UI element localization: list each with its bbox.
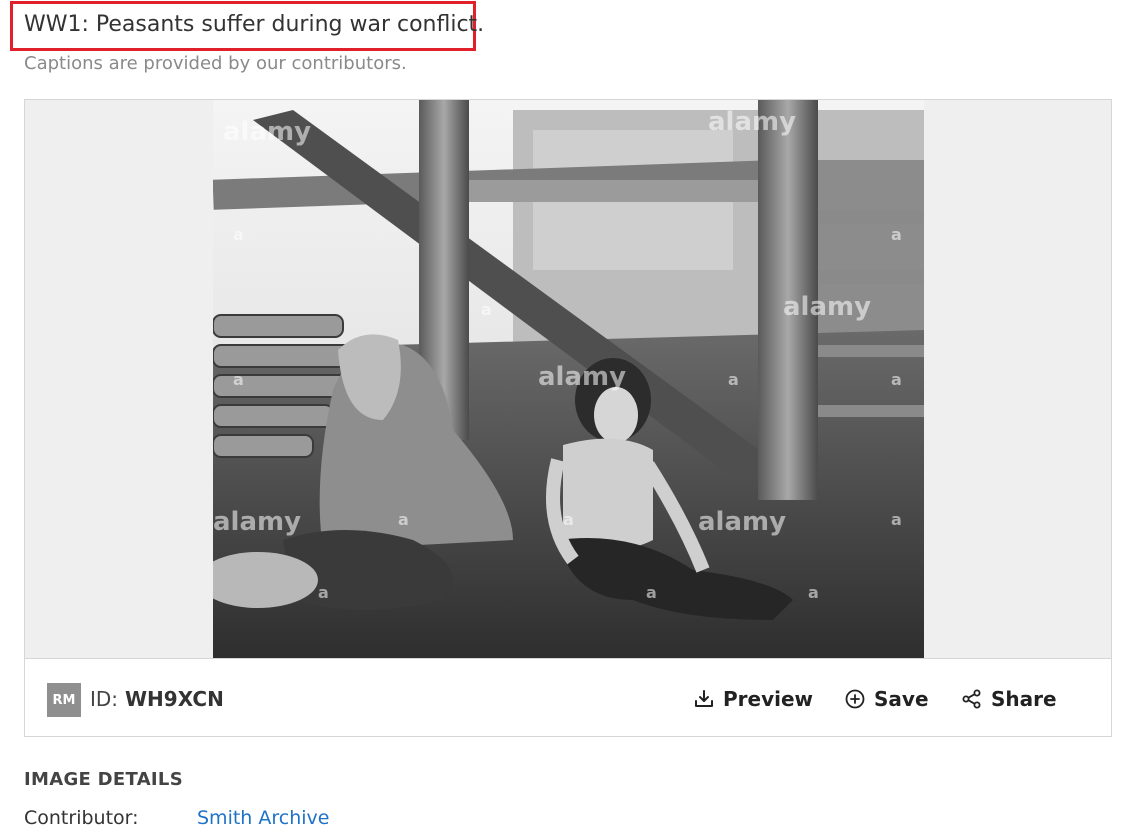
- image-id-label: ID:: [90, 687, 119, 711]
- svg-text:a: a: [233, 370, 244, 389]
- image-panel: alamy alamy alamy alamy alamy alamy a a …: [24, 99, 1112, 659]
- svg-text:a: a: [318, 583, 329, 602]
- save-button[interactable]: Save: [845, 683, 929, 715]
- svg-text:a: a: [646, 583, 657, 602]
- preview-label: Preview: [723, 687, 814, 711]
- svg-text:a: a: [563, 510, 574, 529]
- svg-text:alamy: alamy: [213, 507, 301, 537]
- svg-text:a: a: [891, 370, 902, 389]
- svg-text:a: a: [398, 510, 409, 529]
- svg-text:a: a: [233, 225, 244, 244]
- svg-text:a: a: [808, 583, 819, 602]
- svg-text:alamy: alamy: [698, 507, 786, 537]
- share-label: Share: [991, 687, 1057, 711]
- svg-text:a: a: [891, 225, 902, 244]
- svg-text:a: a: [891, 510, 902, 529]
- plus-circle-icon: [845, 689, 865, 709]
- contributor-link[interactable]: Smith Archive: [197, 807, 329, 829]
- license-badge: RM: [47, 683, 81, 717]
- svg-text:alamy: alamy: [783, 292, 871, 322]
- svg-text:alamy: alamy: [223, 117, 311, 147]
- stock-photo[interactable]: alamy alamy alamy alamy alamy alamy a a …: [213, 100, 924, 658]
- contributor-label: Contributor:: [24, 807, 139, 829]
- svg-text:a: a: [481, 300, 492, 319]
- caption-note: Captions are provided by our contributor…: [24, 53, 407, 74]
- svg-text:a: a: [728, 370, 739, 389]
- share-button[interactable]: Share: [962, 683, 1057, 715]
- share-icon: [962, 689, 981, 709]
- image-details-heading: IMAGE DETAILS: [24, 769, 183, 790]
- svg-text:alamy: alamy: [538, 362, 626, 392]
- image-id-value: WH9XCN: [125, 687, 224, 711]
- svg-text:alamy: alamy: [708, 107, 796, 137]
- download-icon: [695, 690, 713, 707]
- image-title: WW1: Peasants suffer during war conflict…: [24, 12, 485, 37]
- save-label: Save: [874, 687, 929, 711]
- image-toolbar: RM ID: WH9XCN Preview Save Share: [24, 658, 1112, 737]
- preview-button[interactable]: Preview: [694, 683, 813, 715]
